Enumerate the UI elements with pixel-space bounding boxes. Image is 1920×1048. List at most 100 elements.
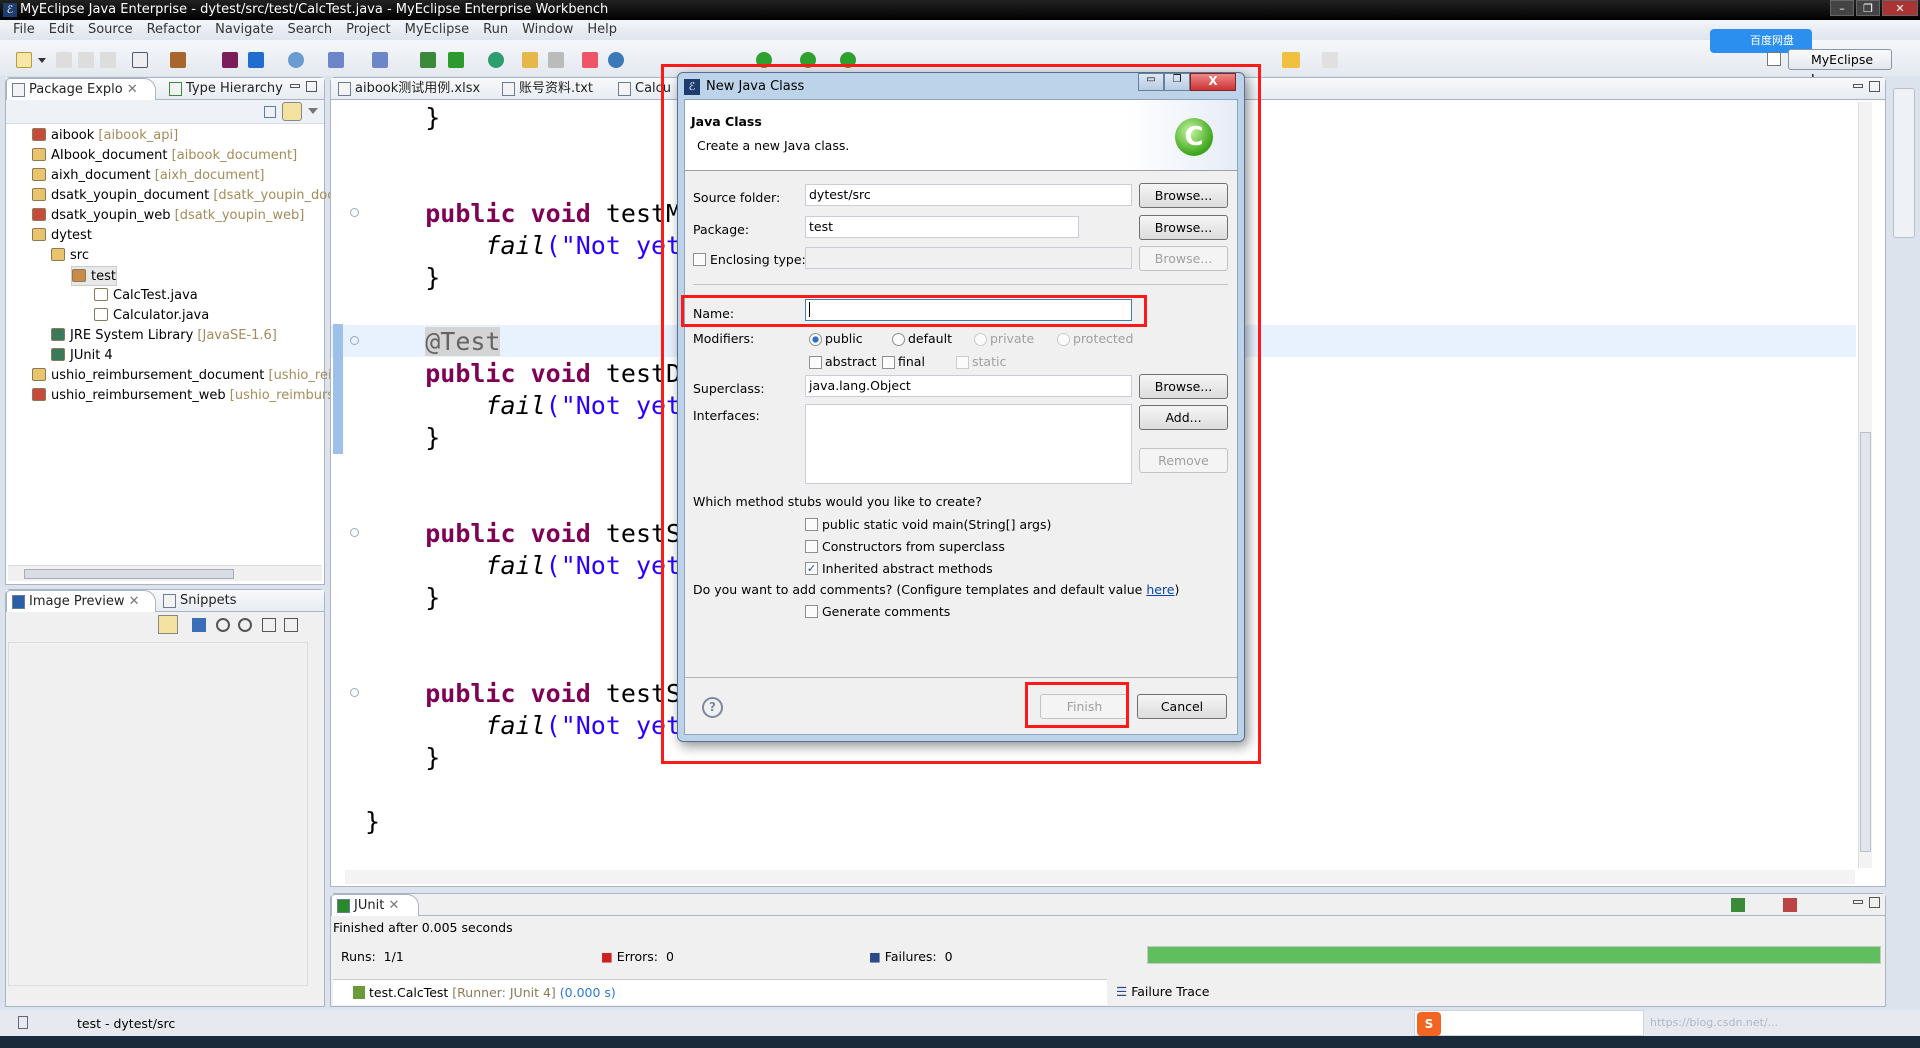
package-browse-button[interactable]: Browse... <box>1139 215 1228 240</box>
fold-marker-icon[interactable] <box>350 208 359 217</box>
modifier-final-checkbox[interactable] <box>882 356 895 369</box>
dialog-close-button[interactable]: X <box>1190 73 1236 91</box>
server-icon[interactable] <box>170 52 186 68</box>
menu-navigate[interactable]: Navigate <box>208 20 280 40</box>
tree-item[interactable]: dsatk_youpin_document [dsatk_youpin_docu… <box>32 186 363 206</box>
maximize-view-icon[interactable] <box>306 81 317 92</box>
maximize-view-icon[interactable] <box>1869 897 1880 908</box>
fit-image-icon[interactable] <box>192 618 206 632</box>
tree-item[interactable]: JRE System Library [JavaSE-1.6] <box>51 326 277 346</box>
ejb-icon[interactable] <box>222 52 238 68</box>
tab-junit[interactable]: JUnit ✕ <box>331 894 419 916</box>
tree-item[interactable]: ushio_reimbursement_document [ushio_reim… <box>32 366 361 386</box>
open-folder-icon[interactable] <box>522 52 538 68</box>
tab-aibook-xlsx[interactable]: aibook测试用例.xlsx <box>333 78 480 100</box>
tree-item[interactable]: dsatk_youpin_web [dsatk_youpin_web] <box>32 206 304 226</box>
fold-marker-icon[interactable] <box>350 336 359 345</box>
interfaces-list[interactable] <box>805 404 1132 484</box>
source-folder-input[interactable]: dytest/src <box>805 184 1132 206</box>
close-tab-icon[interactable]: ✕ <box>388 898 399 913</box>
tab-snippets[interactable]: Snippets <box>158 590 236 612</box>
fullscreen-icon[interactable] <box>284 618 298 632</box>
forward-icon[interactable] <box>1322 52 1338 68</box>
menu-project[interactable]: Project <box>339 20 397 40</box>
close-tab-icon[interactable]: ✕ <box>129 594 140 609</box>
open-perspective-icon[interactable] <box>1767 52 1781 66</box>
menu-window[interactable]: Window <box>515 20 580 40</box>
menu-myeclipse[interactable]: MyEclipse <box>398 20 477 40</box>
enclosing-type-input[interactable] <box>805 247 1132 269</box>
source-folder-browse-button[interactable]: Browse... <box>1139 183 1228 208</box>
menu-refactor[interactable]: Refactor <box>140 20 209 40</box>
editor-horizontal-scrollbar[interactable] <box>345 870 1855 884</box>
save-icon[interactable] <box>56 52 72 68</box>
zoom-in-icon[interactable] <box>238 618 252 632</box>
maximize-button[interactable]: ❐ <box>1856 0 1880 16</box>
collapse-all-icon[interactable] <box>264 106 276 118</box>
pin-icon[interactable] <box>158 615 178 634</box>
deploy-icon[interactable] <box>420 52 436 68</box>
tree-item[interactable]: aibook [aibook_api] <box>32 126 178 146</box>
menu-help[interactable]: Help <box>580 20 624 40</box>
binary-icon[interactable] <box>132 52 148 68</box>
tree-item[interactable]: dytest <box>32 226 92 246</box>
remove-interface-button[interactable]: Remove <box>1139 448 1228 473</box>
scrollbar-thumb[interactable] <box>24 569 234 579</box>
add-interface-button[interactable]: Add... <box>1139 405 1228 430</box>
open-type-icon[interactable] <box>548 52 564 68</box>
run-tool-icon[interactable] <box>328 52 344 68</box>
back-icon[interactable] <box>1282 52 1298 68</box>
menu-edit[interactable]: Edit <box>42 20 81 40</box>
menu-file[interactable]: File <box>6 20 42 40</box>
link-with-editor-icon[interactable] <box>282 102 302 121</box>
tab-account-txt[interactable]: 账号资料.txt <box>497 78 593 100</box>
print-icon[interactable] <box>100 52 116 68</box>
minimize-button[interactable]: – <box>1830 0 1854 16</box>
menu-search[interactable]: Search <box>280 20 339 40</box>
tab-image-preview[interactable]: Image Preview ✕ <box>6 590 156 612</box>
debug-tool-icon[interactable] <box>372 52 388 68</box>
perspective-myeclipse-button[interactable]: MyEclipse J... <box>1788 49 1892 86</box>
ime-toolbar[interactable]: S <box>1414 1010 1644 1036</box>
dialog-minimize-button[interactable]: ▭ <box>1138 73 1164 91</box>
save-all-icon[interactable] <box>78 52 94 68</box>
tree-item[interactable]: JUnit 4 <box>51 346 113 366</box>
stop-icon[interactable] <box>1783 898 1797 912</box>
editor-vertical-scrollbar[interactable] <box>1858 102 1872 868</box>
stub-checkbox[interactable]: ✓ <box>805 562 818 575</box>
zoom-out-icon[interactable] <box>216 618 230 632</box>
test-tree-item[interactable]: test.CalcTest [Runner: JUnit 4] (0.000 s… <box>353 985 616 1000</box>
web-browser-icon[interactable] <box>608 52 624 68</box>
tab-type-hierarchy[interactable]: Type Hierarchy <box>164 78 283 100</box>
tree-item[interactable]: AIbook_document [aibook_document] <box>32 146 297 166</box>
minimize-editor-icon[interactable] <box>1853 84 1863 88</box>
configure-templates-link[interactable]: here <box>1146 582 1174 597</box>
tree-item[interactable]: CalcTest.java <box>94 286 198 306</box>
tab-package-explorer[interactable]: Package Explo ✕ <box>6 78 156 100</box>
close-tab-icon[interactable]: ✕ <box>127 82 138 97</box>
package-input[interactable]: test <box>805 216 1079 238</box>
generate-comments-checkbox[interactable] <box>805 605 818 618</box>
tree-item[interactable]: test <box>71 266 117 286</box>
run-server-icon[interactable] <box>448 52 464 68</box>
menu-run[interactable]: Run <box>476 20 515 40</box>
view-menu-icon[interactable] <box>308 108 318 114</box>
tree-item[interactable]: aixh_document [aixh_document] <box>32 166 265 186</box>
web-service-icon[interactable] <box>248 52 264 68</box>
modifier-protected-radio[interactable] <box>1057 333 1070 346</box>
tree-item[interactable]: src <box>51 246 89 266</box>
fold-marker-icon[interactable] <box>350 528 359 537</box>
enclosing-type-checkbox[interactable] <box>693 253 706 266</box>
modifier-abstract-checkbox[interactable] <box>809 356 822 369</box>
modifier-default-radio[interactable] <box>892 333 905 346</box>
fold-marker-icon[interactable] <box>350 688 359 697</box>
dialog-maximize-button[interactable]: ❐ <box>1164 73 1190 91</box>
cancel-button[interactable]: Cancel <box>1137 694 1227 719</box>
browser-icon[interactable] <box>488 52 504 68</box>
globe-icon[interactable] <box>288 52 304 68</box>
modifier-static-checkbox[interactable] <box>956 356 969 369</box>
minimize-view-icon[interactable] <box>290 84 300 88</box>
minimize-view-icon[interactable] <box>1853 900 1863 904</box>
new-dropdown-icon[interactable] <box>38 58 46 63</box>
sogou-ime-icon[interactable]: S <box>1417 1012 1441 1036</box>
